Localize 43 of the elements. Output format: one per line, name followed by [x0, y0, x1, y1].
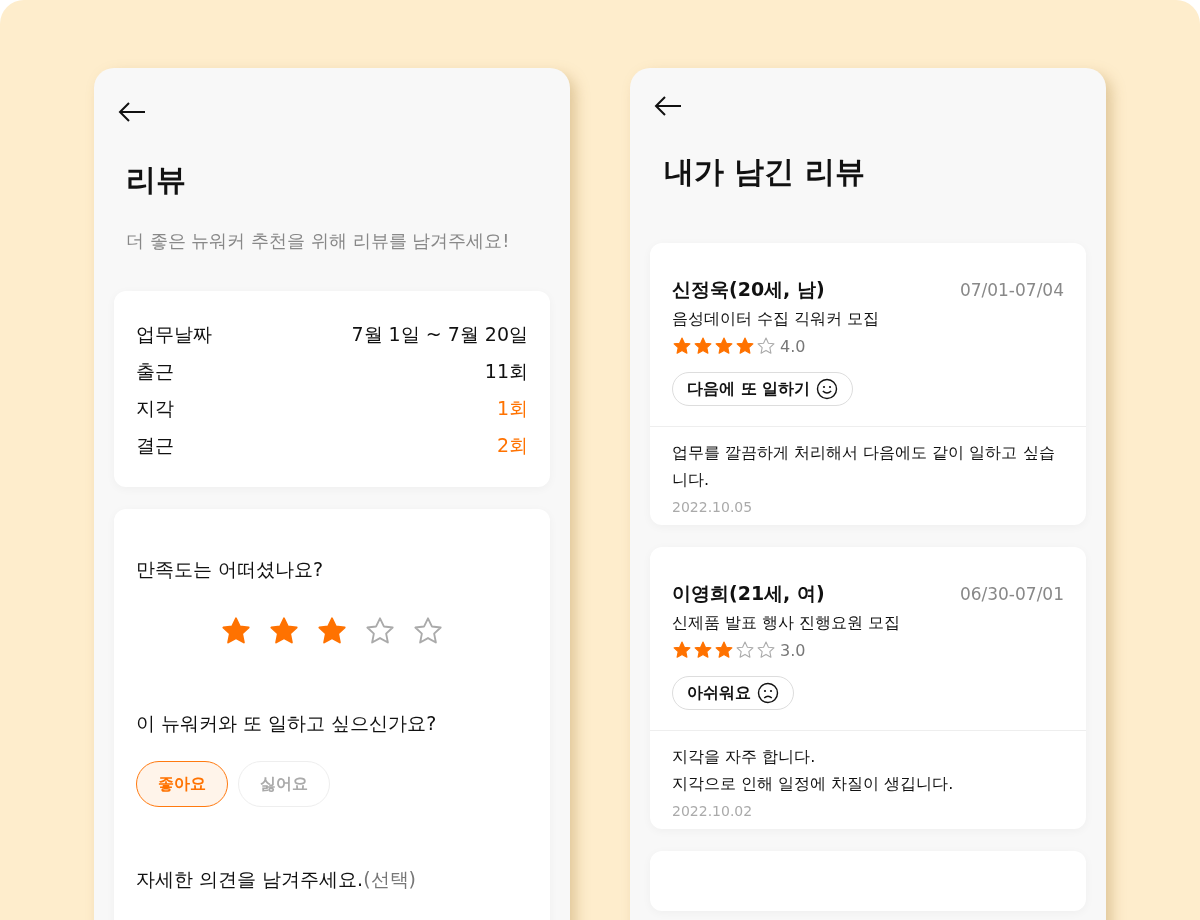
stat-value: 11회: [484, 359, 528, 384]
stat-value: 7월 1일 ~ 7월 20일: [351, 322, 528, 347]
back-arrow-icon[interactable]: [118, 102, 146, 122]
stat-label: 출근: [136, 359, 174, 384]
review-comment: 지각을 자주 합니다. 지각으로 인해 일정에 차질이 생깁니다.: [672, 746, 955, 795]
job-title: 음성데이터 수집 긱워커 모집: [672, 309, 881, 330]
filled-star-icon: [672, 640, 692, 660]
job-title: 신제품 발표 행사 진행요원 모집: [672, 613, 902, 634]
page-title: 리뷰: [126, 161, 187, 199]
optional-note: (선택): [363, 868, 416, 890]
question-text: 이 뉴워커와 또 일하고 싶으신가요?: [136, 711, 438, 736]
question-text: 만족도는 어떠셨나요?: [136, 557, 325, 582]
rating-score: 3.0: [780, 640, 806, 660]
work-period: 06/30-07/01: [959, 584, 1064, 604]
review-comment: 업무를 깔끔하게 처리해서 다음에도 같이 일하고 싶습니다.: [672, 442, 1056, 491]
review-date: 2022.10.05: [672, 499, 754, 515]
filled-star-icon: [693, 640, 713, 660]
stat-label: 업무날짜: [136, 322, 212, 347]
filled-star-icon: [714, 336, 734, 356]
page-title: 내가 남긴 리뷰: [664, 153, 866, 191]
rating-score: 4.0: [780, 336, 806, 356]
stat-value: 1회: [496, 396, 528, 421]
filled-star-icon: [693, 336, 713, 356]
page-subtitle: 더 좋은 뉴워커 추천을 위해 리뷰를 남겨주세요!: [126, 229, 511, 253]
back-arrow-icon[interactable]: [654, 96, 682, 116]
empty-star-icon: [756, 640, 776, 660]
filled-star-icon: [735, 336, 755, 356]
review-date: 2022.10.02: [672, 803, 754, 819]
stat-label: 결근: [136, 433, 174, 458]
choice-button[interactable]: 좋아요: [136, 761, 228, 807]
filled-star-icon: [714, 640, 734, 660]
smiley-face-icon: [816, 378, 839, 400]
frowning-face-icon: [757, 682, 779, 704]
empty-star-icon: [756, 336, 776, 356]
work-period: 07/01-07/04: [959, 280, 1064, 300]
worker-name: 이영희(21세, 여): [672, 581, 825, 606]
empty-star-icon: [735, 640, 755, 660]
stat-value: 2회: [496, 433, 528, 458]
filled-star-icon: [672, 336, 692, 356]
worker-name: 신정욱(20세, 남): [672, 277, 825, 302]
stat-label: 지각: [136, 396, 174, 421]
choice-button[interactable]: 싫어요: [238, 761, 330, 807]
question-text: 자세한 의견을 남겨주세요.: [136, 868, 364, 890]
